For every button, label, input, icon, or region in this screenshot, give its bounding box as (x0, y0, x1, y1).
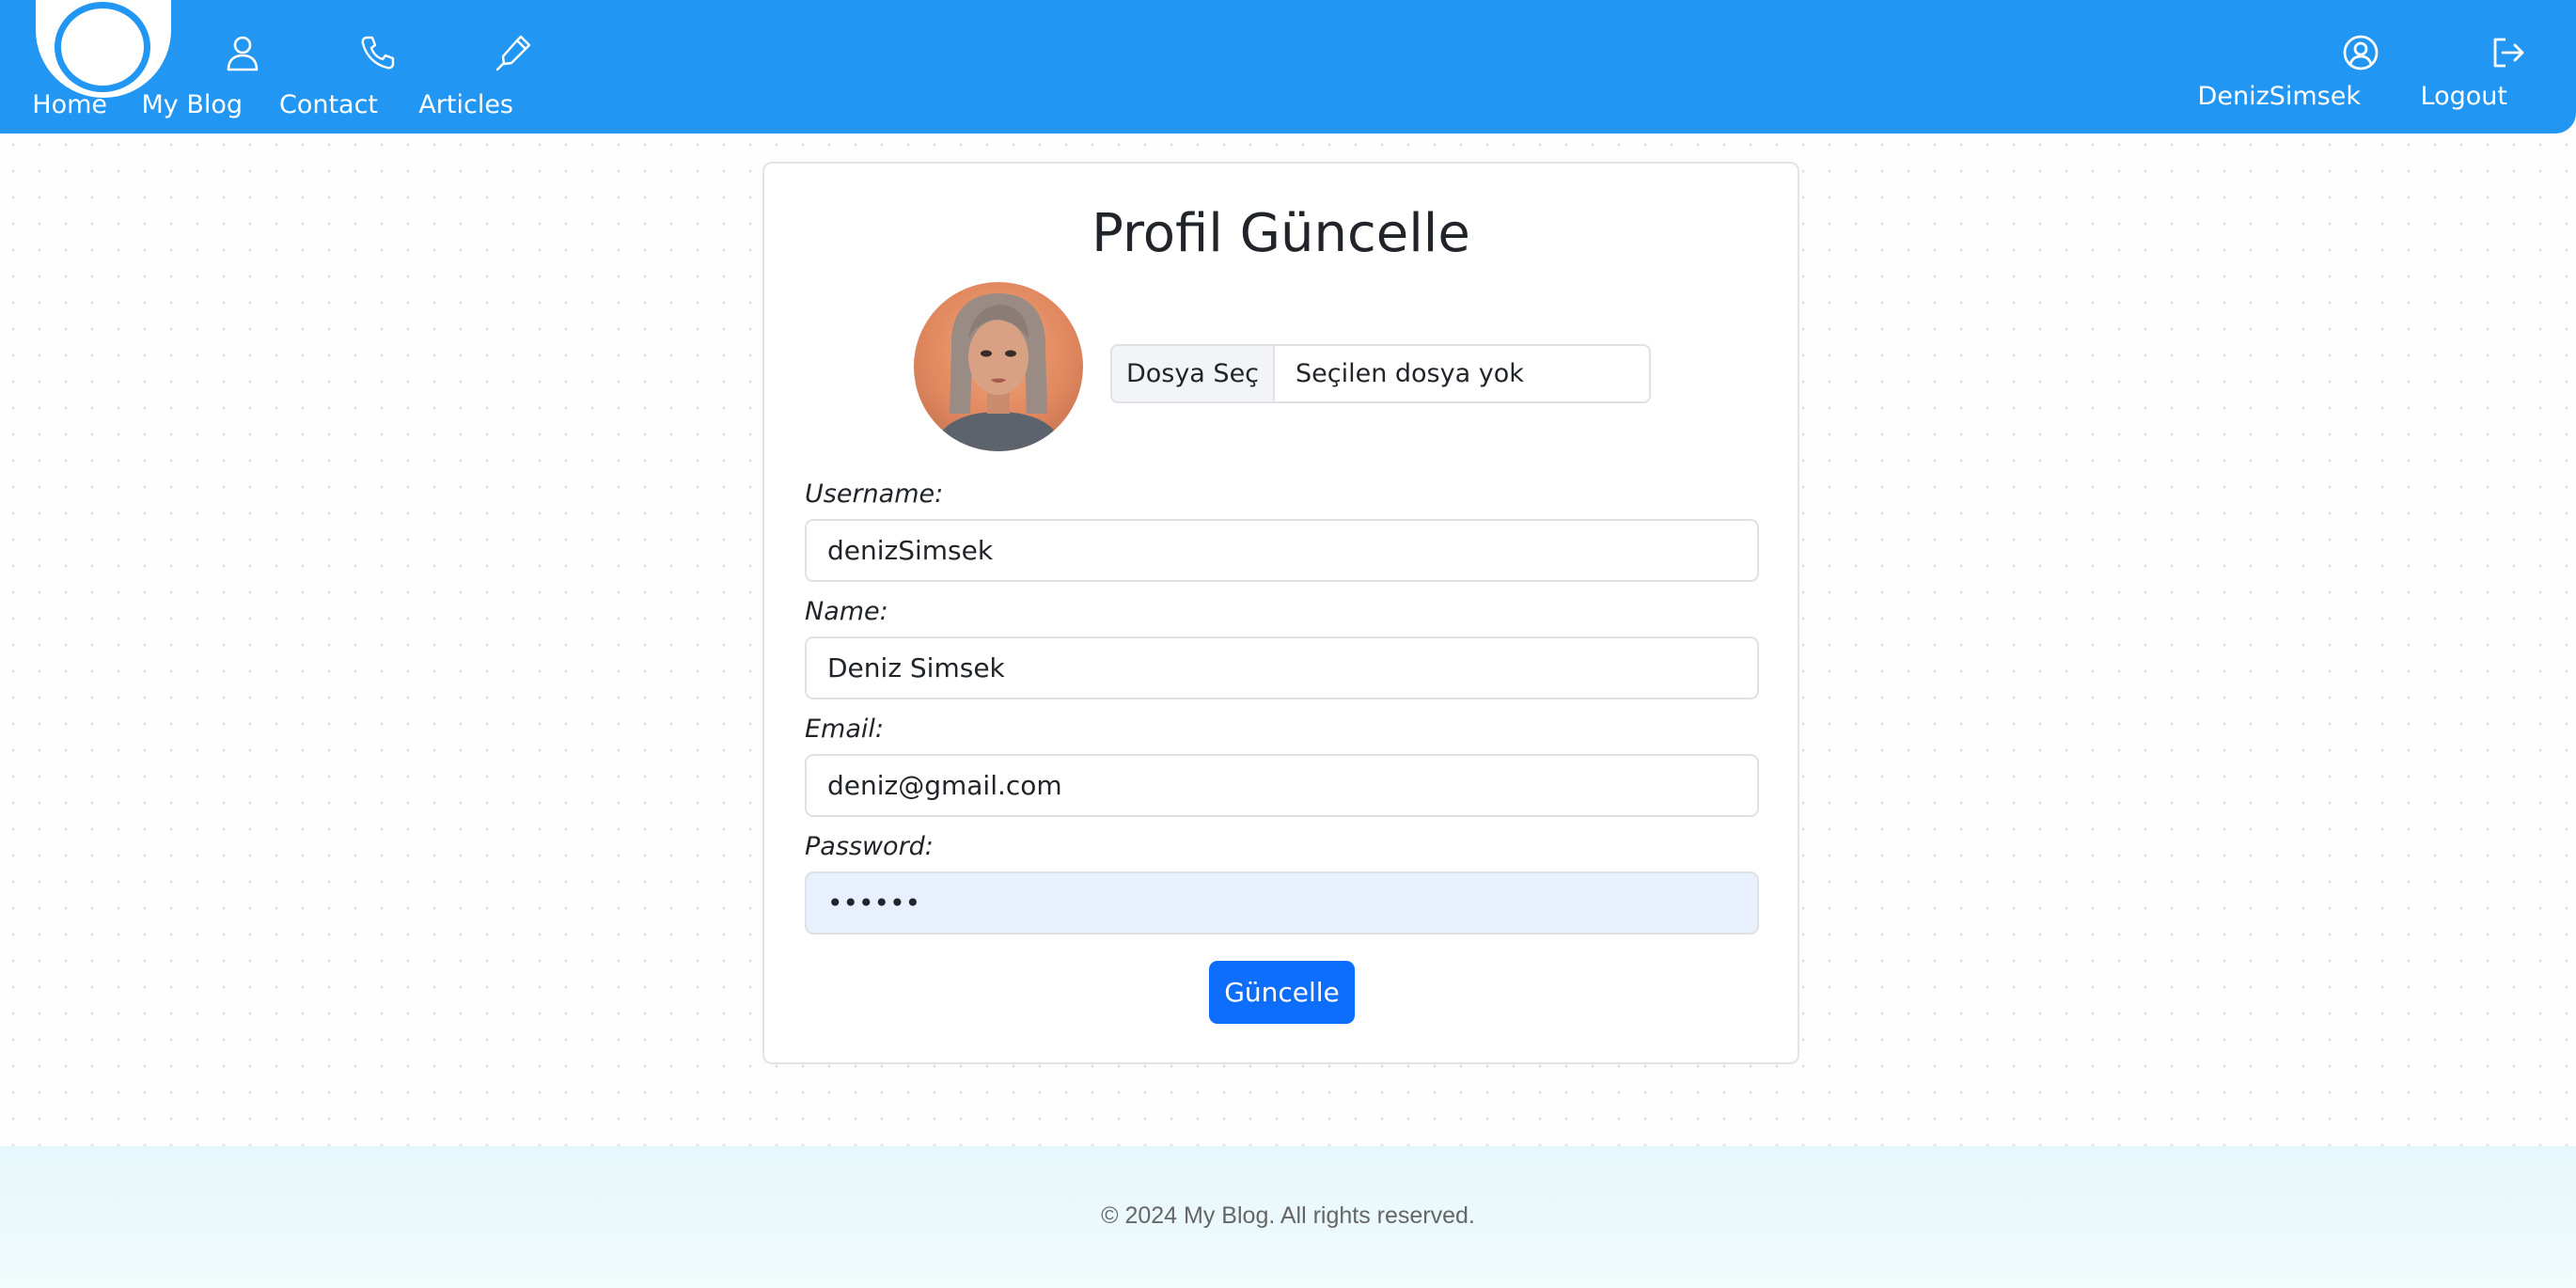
avatar (914, 282, 1083, 451)
footer: © 2024 My Blog. All rights reserved. (0, 1146, 2576, 1288)
choose-file-button[interactable]: Dosya Seç (1112, 346, 1275, 401)
password-label: Password: (805, 832, 934, 861)
nav-logout-label[interactable]: Logout (2421, 82, 2507, 111)
name-label: Name: (805, 597, 888, 626)
nav-my-blog-label[interactable]: My Blog (141, 90, 243, 119)
profile-update-card: Profil Güncelle Dosya Seç Seçilen dosya … (762, 162, 1799, 1064)
logo-circle-icon[interactable] (55, 2, 150, 92)
file-status-text: Seçilen dosya yok (1296, 359, 1524, 388)
pen-nib-icon (495, 35, 531, 71)
user-circle-icon (2343, 35, 2379, 71)
file-input-group[interactable]: Dosya Seç Seçilen dosya yok (1110, 344, 1651, 403)
nav-articles-label[interactable]: Articles (418, 90, 513, 119)
logout-icon (2493, 38, 2524, 68)
user-icon (227, 36, 259, 71)
name-input[interactable] (805, 636, 1759, 699)
update-button[interactable]: Güncelle (1209, 961, 1355, 1024)
footer-copyright: © 2024 My Blog. All rights reserved. (1101, 1202, 1475, 1229)
nav-profile-label[interactable]: DenizSimsek (2198, 82, 2361, 111)
avatar-portrait-image (933, 293, 1064, 451)
phone-icon (361, 36, 395, 70)
top-navbar: Home My Blog Contact Articles DenizSimse… (0, 0, 2576, 134)
email-input[interactable] (805, 754, 1759, 817)
nav-home-label[interactable]: Home (32, 90, 107, 119)
username-label: Username: (805, 479, 944, 509)
username-input[interactable] (805, 519, 1759, 582)
email-label: Email: (805, 715, 885, 744)
page-title: Profil Güncelle (1092, 203, 1470, 264)
password-input[interactable] (805, 872, 1759, 935)
nav-contact-label[interactable]: Contact (279, 90, 378, 119)
